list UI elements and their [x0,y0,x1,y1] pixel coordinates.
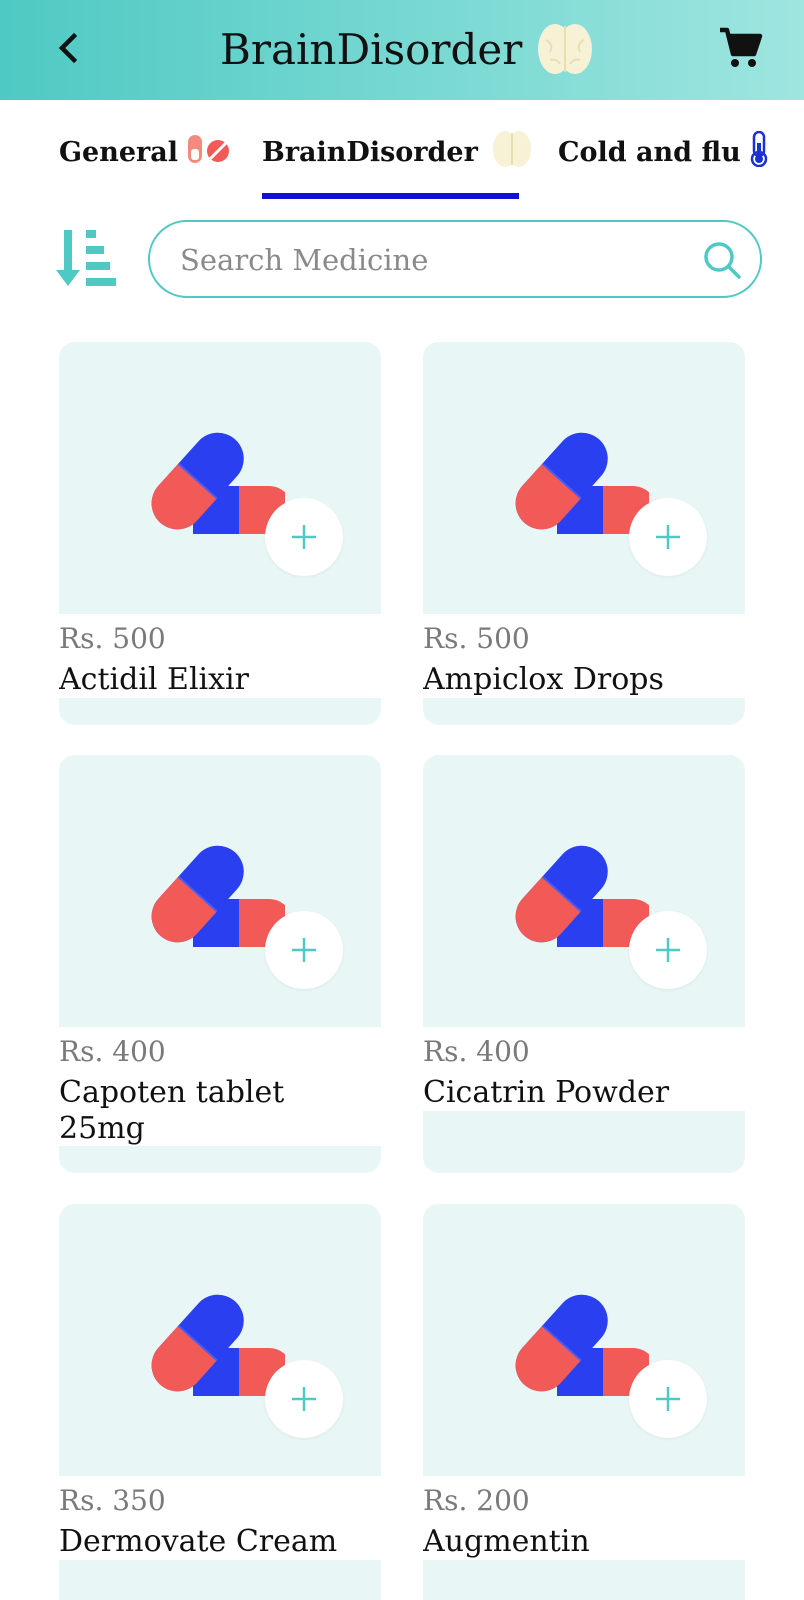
active-tab-indicator [262,193,519,199]
product-card[interactable]: Rs. 500 Actidil Elixir [59,342,381,725]
product-price: Rs. 350 [59,1484,166,1517]
product-name: Actidil Elixir [59,662,249,697]
tab-general[interactable]: General [59,128,230,176]
product-info: Rs. 500 Ampiclox Drops [423,614,745,698]
cart-icon[interactable] [716,24,764,72]
product-price: Rs. 400 [423,1035,530,1068]
capsule-icon [145,414,293,540]
product-image [423,1204,745,1476]
product-info: Rs. 200 Augmentin [423,1476,745,1560]
search-input[interactable] [178,236,682,284]
brain-icon [492,130,532,175]
product-card[interactable]: Rs. 500 Ampiclox Drops [423,342,745,725]
page-title: BrainDisorder [220,25,523,74]
add-to-cart-button[interactable] [265,498,343,576]
product-info: Rs. 400 Capoten tablet 25mg [59,1027,381,1146]
thermometer-icon [749,130,769,174]
back-arrow-icon[interactable] [50,28,90,68]
capsule-icon [509,827,657,953]
product-name: Cicatrin Powder [423,1075,670,1110]
plus-icon [289,1384,319,1414]
product-card[interactable]: Rs. 200 Augmentin [423,1204,745,1600]
product-price: Rs. 200 [423,1484,530,1517]
product-price: Rs. 500 [423,622,530,655]
search-box [148,220,762,298]
tab-label: BrainDisorder [262,136,478,168]
product-info: Rs. 350 Dermovate Cream [59,1476,381,1560]
brain-icon [536,22,594,76]
product-card[interactable]: Rs. 350 Dermovate Cream [59,1204,381,1600]
plus-icon [653,935,683,965]
product-card[interactable]: Rs. 400 Capoten tablet 25mg [59,755,381,1173]
product-image [423,755,745,1027]
sort-icon[interactable] [56,228,120,292]
product-name: Ampiclox Drops [423,662,664,697]
product-image [59,755,381,1027]
tab-label: General [59,136,179,168]
search-icon[interactable] [702,240,742,280]
product-name: Augmentin [423,1524,590,1559]
add-to-cart-button[interactable] [265,1360,343,1438]
pills-icon [186,133,230,172]
product-price: Rs. 500 [59,622,166,655]
capsule-icon [145,827,293,953]
product-info: Rs. 400 Cicatrin Powder [423,1027,745,1111]
product-image [59,342,381,614]
add-to-cart-button[interactable] [629,911,707,989]
tab-label: Cold and flu [558,136,741,168]
capsule-icon [145,1276,293,1402]
add-to-cart-button[interactable] [629,1360,707,1438]
product-price: Rs. 400 [59,1035,166,1068]
product-name: Capoten tablet 25mg [59,1075,285,1146]
product-card[interactable]: Rs. 400 Cicatrin Powder [423,755,745,1173]
add-to-cart-button[interactable] [629,498,707,576]
plus-icon [289,935,319,965]
add-to-cart-button[interactable] [265,911,343,989]
app-header: BrainDisorder [0,0,804,100]
plus-icon [653,522,683,552]
plus-icon [289,522,319,552]
capsule-icon [509,1276,657,1402]
tab-cold-and-flu[interactable]: Cold and flu [558,128,769,176]
capsule-icon [509,414,657,540]
product-image [423,342,745,614]
product-info: Rs. 500 Actidil Elixir [59,614,381,698]
product-name: Dermovate Cream [59,1524,338,1559]
plus-icon [653,1384,683,1414]
product-image [59,1204,381,1476]
tab-braindisorder[interactable]: BrainDisorder [262,128,532,176]
